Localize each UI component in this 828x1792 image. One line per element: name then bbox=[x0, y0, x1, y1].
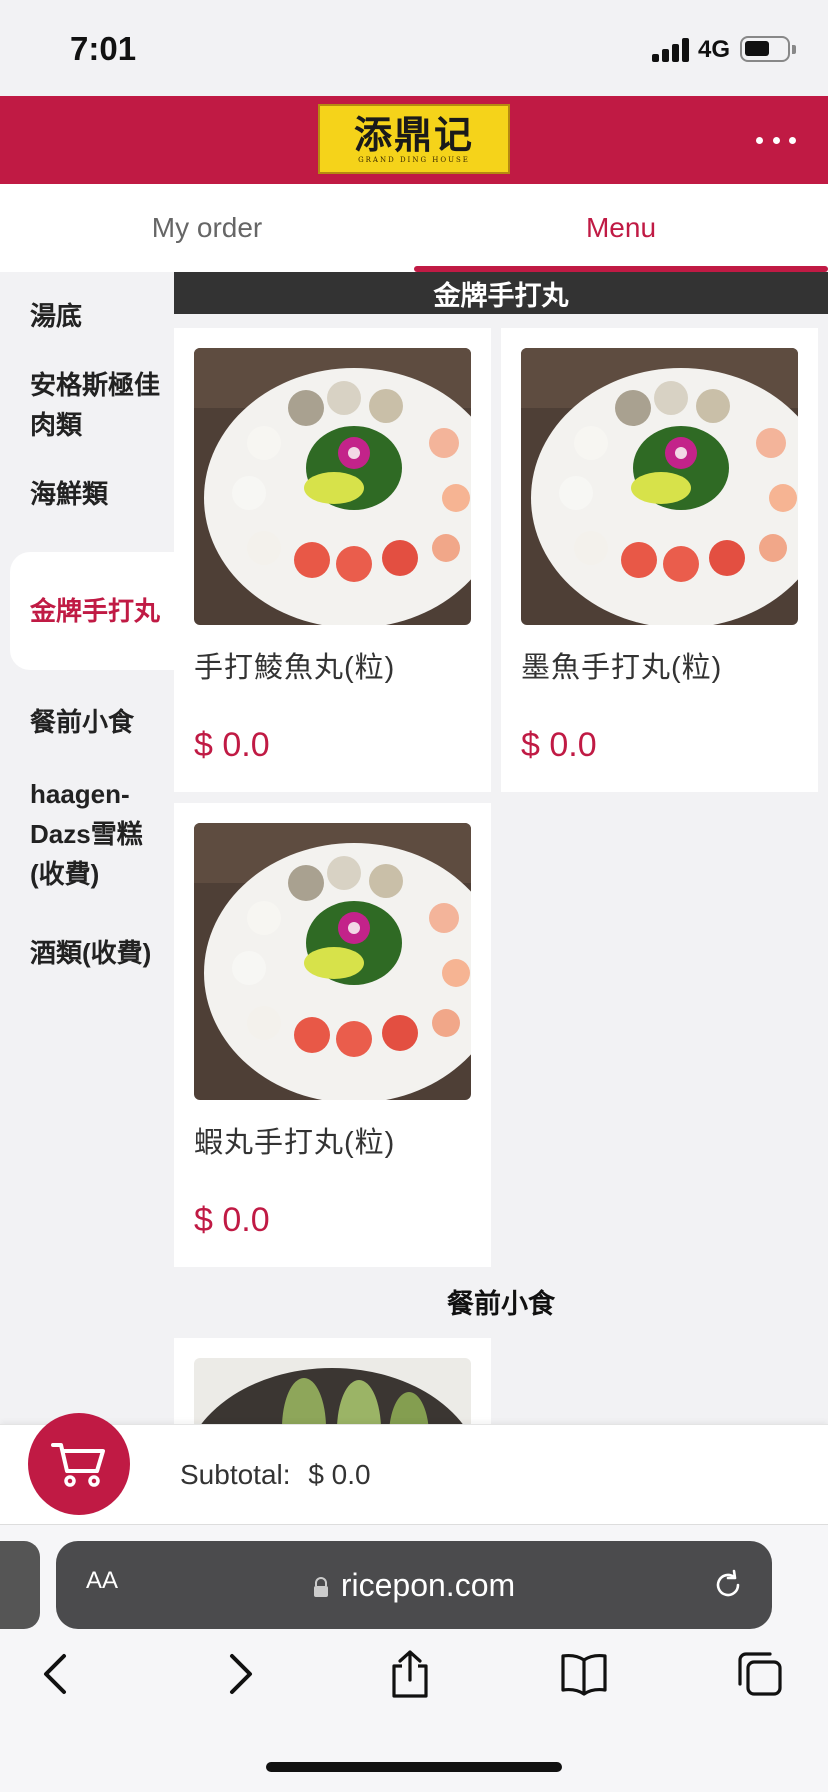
lock-icon bbox=[313, 1577, 328, 1597]
sidebar-item-alcohol[interactable]: 酒類(收費) bbox=[10, 912, 174, 994]
subtotal-label: Subtotal: bbox=[180, 1459, 291, 1490]
menu-item-price: $ 0.0 bbox=[194, 1201, 270, 1239]
menu-item-card[interactable] bbox=[174, 1338, 491, 1424]
menu-item-card[interactable]: 墨魚手打丸(粒) $ 0.0 bbox=[501, 328, 818, 792]
subtotal: Subtotal: $ 0.0 bbox=[180, 1459, 371, 1491]
menu-item-card[interactable]: 手打鯪魚丸(粒) $ 0.0 bbox=[174, 328, 491, 792]
sidebar-item-handmade-balls[interactable]: 金牌手打丸 bbox=[10, 552, 174, 670]
food-image bbox=[194, 348, 471, 625]
sidebar-item-soup-base[interactable]: 湯底 bbox=[10, 284, 174, 348]
forward-icon[interactable] bbox=[214, 1650, 262, 1698]
menu-item-price: $ 0.0 bbox=[521, 726, 597, 764]
tab-bar: My order Menu bbox=[0, 184, 828, 272]
status-time: 7:01 bbox=[70, 30, 137, 67]
tabs-icon[interactable] bbox=[736, 1650, 784, 1698]
section-header: 餐前小食 bbox=[447, 1289, 555, 1319]
app-header: 添鼎记 GRAND DING HOUSE bbox=[0, 96, 828, 184]
address-bar[interactable]: AA ricepon.com bbox=[56, 1541, 772, 1629]
home-indicator bbox=[266, 1762, 562, 1772]
share-icon[interactable] bbox=[386, 1650, 434, 1698]
status-bar: 7:01 4G bbox=[0, 0, 828, 96]
cart-button[interactable] bbox=[28, 1413, 130, 1515]
cart-icon bbox=[51, 1443, 105, 1487]
menu-item-name: 手打鯪魚丸(粒) bbox=[194, 652, 396, 684]
url-text: ricepon.com bbox=[340, 1566, 516, 1603]
sidebar-item-seafood[interactable]: 海鮮類 bbox=[10, 462, 174, 526]
sidebar-item-angus-beef[interactable]: 安格斯極佳肉類 bbox=[10, 364, 174, 446]
menu-item-card[interactable]: 蝦丸手打丸(粒) $ 0.0 bbox=[174, 803, 491, 1267]
menu-item-name: 墨魚手打丸(粒) bbox=[521, 652, 723, 684]
back-icon[interactable] bbox=[34, 1650, 82, 1698]
previous-tab[interactable] bbox=[0, 1541, 40, 1629]
menu-content: 金牌手打丸 手打鯪魚丸(粒) $ 0.0 墨魚手打丸(粒) $ 0.0 蝦丸手打… bbox=[174, 272, 828, 1424]
sidebar-item-appetizers[interactable]: 餐前小食 bbox=[10, 690, 174, 754]
network-type: 4G bbox=[698, 36, 731, 63]
signal-icon bbox=[652, 38, 690, 62]
food-image bbox=[194, 823, 471, 1100]
sidebar-item-haagen-dazs[interactable]: haagen-Dazs雪糕(收費) bbox=[10, 772, 174, 896]
menu-item-price: $ 0.0 bbox=[194, 726, 270, 764]
cart-bar: Subtotal: $ 0.0 bbox=[0, 1413, 828, 1524]
reload-icon[interactable] bbox=[710, 1567, 746, 1603]
tab-my-order[interactable]: My order bbox=[0, 184, 414, 272]
bookmarks-icon[interactable] bbox=[560, 1650, 608, 1698]
section-header: 金牌手打丸 bbox=[174, 272, 828, 314]
menu-item-name: 蝦丸手打丸(粒) bbox=[194, 1127, 396, 1159]
category-sidebar: 湯底 安格斯極佳肉類 海鮮類 金牌手打丸 餐前小食 haagen-Dazs雪糕(… bbox=[0, 272, 174, 1424]
food-image bbox=[194, 1358, 471, 1424]
tab-menu[interactable]: Menu bbox=[414, 184, 828, 272]
battery-icon bbox=[740, 36, 796, 62]
restaurant-logo: 添鼎记 GRAND DING HOUSE bbox=[318, 104, 510, 174]
more-options-icon[interactable] bbox=[756, 130, 796, 150]
food-image bbox=[521, 348, 798, 625]
subtotal-value: $ 0.0 bbox=[308, 1459, 371, 1490]
